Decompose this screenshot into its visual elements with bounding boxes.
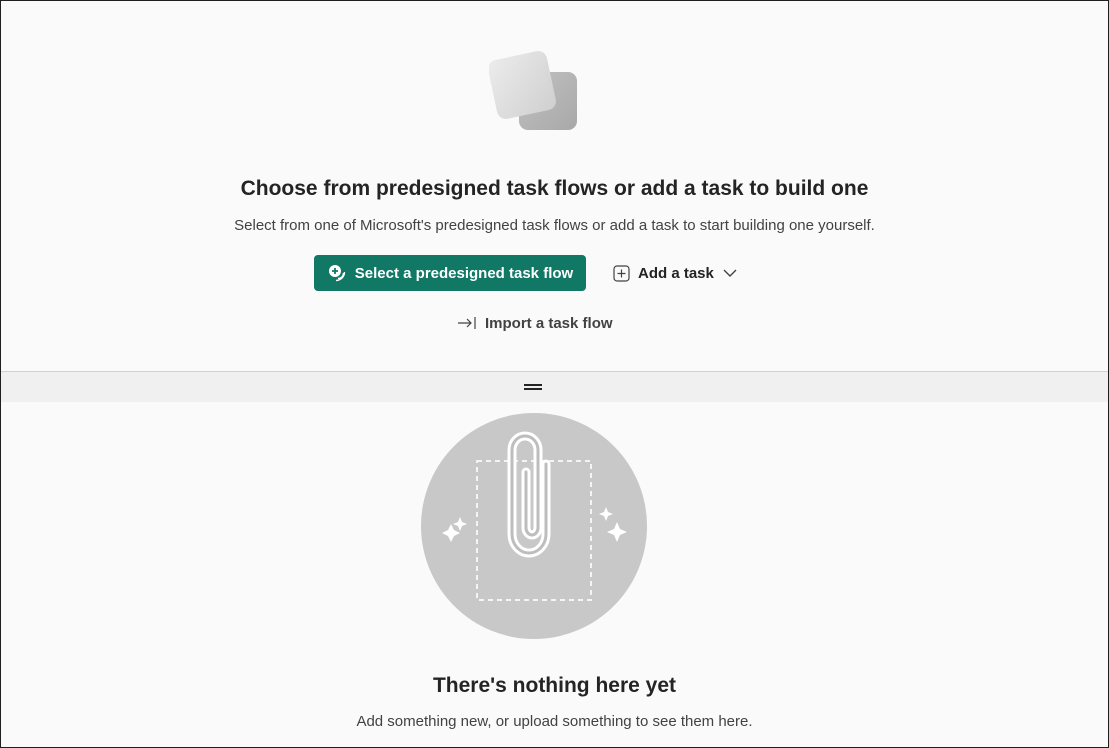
resize-handle-icon[interactable] <box>524 384 542 390</box>
pane-splitter[interactable] <box>1 371 1108 402</box>
task-flow-canvas: Choose from predesigned task flows or ad… <box>0 0 1109 748</box>
import-task-flow-button[interactable]: Import a task flow <box>451 307 619 339</box>
select-predesigned-task-flow-label: Select a predesigned task flow <box>354 264 574 282</box>
items-pane: There's nothing here yet Add something n… <box>1 402 1108 747</box>
select-predesigned-task-flow-button[interactable]: Select a predesigned task flow <box>314 255 586 291</box>
task-flow-pane: Choose from predesigned task flows or ad… <box>1 1 1108 371</box>
add-task-label: Add a task <box>638 264 714 282</box>
add-task-button[interactable]: Add a task <box>607 257 744 289</box>
chevron-down-icon <box>723 269 737 277</box>
empty-state-subtitle: Add something new, or upload something t… <box>356 713 753 730</box>
task-flow-title: Choose from predesigned task flows or ad… <box>240 177 869 200</box>
arrow-import-icon <box>458 317 476 329</box>
stacked-cards-illustration <box>489 51 577 130</box>
paperclip-empty-illustration <box>421 413 647 639</box>
task-flow-subtitle: Select from one of Microsoft's predesign… <box>234 217 875 234</box>
empty-state-title: There's nothing here yet <box>432 674 677 697</box>
import-task-flow-label: Import a task flow <box>485 314 613 332</box>
add-square-icon <box>613 264 630 282</box>
task-flow-icon <box>328 265 345 282</box>
